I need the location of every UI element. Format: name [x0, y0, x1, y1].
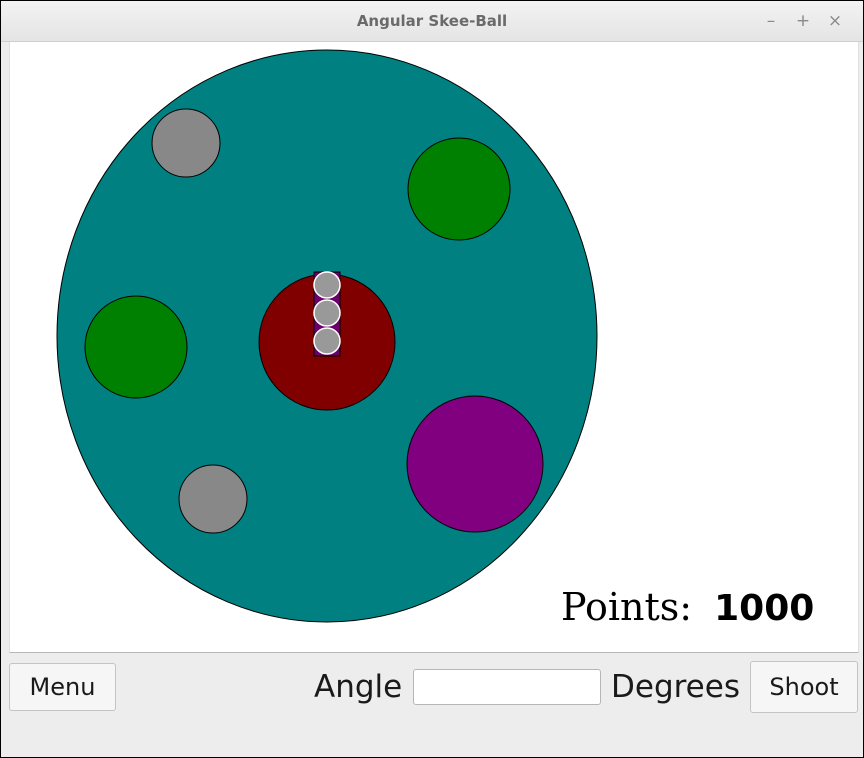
skee-ball-board: [56, 49, 598, 623]
angle-label: Angle: [314, 669, 403, 705]
ball: [313, 327, 341, 355]
points-display: Points: 1000: [561, 585, 814, 629]
remaining-balls: [313, 271, 341, 355]
purple-hole: [406, 395, 544, 533]
menu-button[interactable]: Menu: [9, 663, 116, 711]
gray-hole-top-left: [151, 108, 221, 178]
minimize-button[interactable]: –: [755, 7, 787, 35]
green-hole-left: [84, 295, 188, 399]
gray-hole-bottom-left: [178, 464, 248, 534]
app-window: Angular Skee-Ball – + × Points: 1000 Men…: [0, 0, 864, 758]
title-bar[interactable]: Angular Skee-Ball – + ×: [1, 1, 863, 42]
ball: [313, 271, 341, 299]
ball: [313, 299, 341, 327]
window-title: Angular Skee-Ball: [356, 12, 508, 30]
shoot-button[interactable]: Shoot: [750, 661, 858, 713]
points-label: Points:: [561, 585, 693, 629]
green-hole-top-right: [407, 137, 511, 241]
angle-input[interactable]: [413, 669, 601, 705]
window-controls: – + ×: [755, 1, 851, 41]
points-value: 1000: [714, 588, 815, 629]
game-canvas[interactable]: Points: 1000: [9, 42, 859, 653]
maximize-button[interactable]: +: [787, 7, 819, 35]
degrees-label: Degrees: [611, 669, 740, 705]
control-bar: Menu Angle Degrees Shoot: [1, 653, 863, 757]
close-button[interactable]: ×: [819, 7, 851, 35]
